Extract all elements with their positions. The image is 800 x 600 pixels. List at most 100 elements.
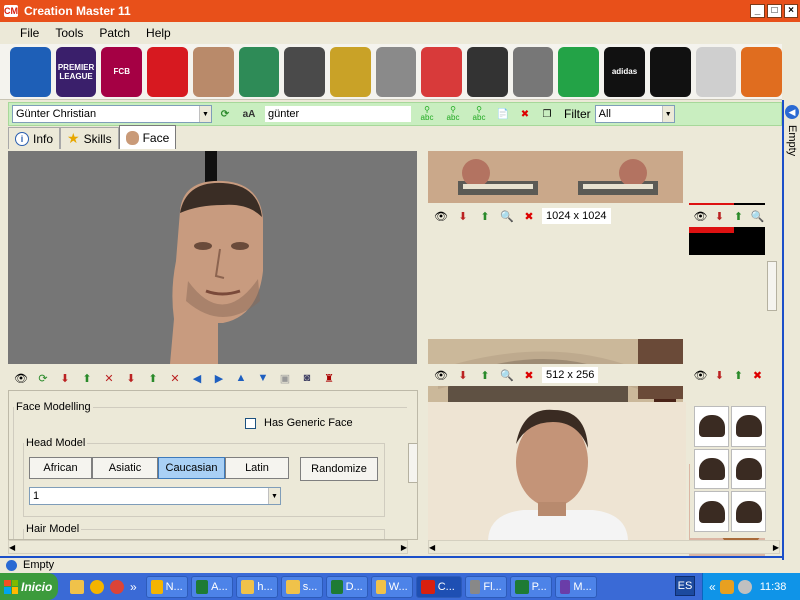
taskbar-task[interactable]: h... <box>235 575 278 598</box>
tray-chevron[interactable]: « <box>709 580 716 594</box>
menu-tools[interactable]: Tools <box>47 26 91 40</box>
import-head-icon[interactable]: ⬇ <box>56 370 74 386</box>
manager-icon[interactable] <box>284 46 325 97</box>
chevron-down-icon[interactable]: ▼ <box>199 106 211 122</box>
shirt-icon[interactable]: ♜ <box>320 370 338 386</box>
camera-icon[interactable]: ◙ <box>298 370 316 386</box>
menu-file[interactable]: File <box>12 26 47 40</box>
save-icon[interactable]: ▣ <box>276 370 294 386</box>
player-select[interactable]: Günter Christian ▼ <box>12 105 212 123</box>
delete-texture-icon[interactable]: ✖ <box>750 367 765 383</box>
delete-texture-icon[interactable]: ✖ <box>520 208 538 224</box>
tray-volume-icon[interactable] <box>737 579 752 594</box>
import-texture-icon[interactable]: ⬇ <box>454 367 472 383</box>
fcb-crest-icon[interactable]: FCB <box>101 46 143 97</box>
export-hair-icon[interactable]: ⬆ <box>144 370 162 386</box>
tray-shield-icon[interactable] <box>719 579 734 594</box>
stadium-icon[interactable] <box>238 46 280 97</box>
eye-icon[interactable]: 👁 <box>693 367 708 383</box>
hair-thumb-3[interactable] <box>694 448 729 490</box>
panel-scrollbar[interactable] <box>407 395 417 539</box>
close-button[interactable]: × <box>784 4 798 18</box>
taskbar-task[interactable]: M... <box>554 575 597 598</box>
delete-head-icon[interactable]: ✕ <box>100 370 118 386</box>
photo-hscroll[interactable]: ◀ ▶ <box>428 540 780 554</box>
delete-document-icon[interactable]: ✖ <box>516 105 534 123</box>
import-hair-icon[interactable]: ⬇ <box>122 370 140 386</box>
quicklaunch-explorer-icon[interactable] <box>70 579 84 594</box>
minimize-button[interactable]: _ <box>750 4 765 18</box>
search-input[interactable]: günter <box>264 105 412 123</box>
refresh-icon[interactable]: ⟳ <box>34 370 52 386</box>
refresh-icon[interactable]: ⟳ <box>216 105 234 123</box>
export-texture-icon[interactable]: ⬆ <box>731 208 746 224</box>
newspaper-icon[interactable] <box>695 46 737 97</box>
zoom-icon[interactable]: 🔍 <box>498 208 516 224</box>
texture-vscroll-thumb[interactable] <box>767 261 777 311</box>
premier-league-icon[interactable]: PREMIER LEAGUE <box>55 46 97 97</box>
maximize-button[interactable]: □ <box>767 4 782 18</box>
taskbar-task[interactable]: A... <box>190 575 233 598</box>
boot-icon[interactable] <box>512 46 554 97</box>
taskbar-task[interactable]: C... <box>415 575 462 598</box>
export-texture-icon[interactable]: ⬆ <box>731 367 746 383</box>
zoom-icon[interactable]: 🔍 <box>498 367 516 383</box>
player-icon[interactable] <box>192 46 234 97</box>
quicklaunch-chrome-icon[interactable] <box>90 579 104 594</box>
search-next-icon[interactable]: ⚲ abc <box>442 105 464 123</box>
taskbar-task[interactable]: s... <box>280 575 323 598</box>
trophy-icon[interactable] <box>329 46 371 97</box>
scroll-left-icon[interactable]: ◀ <box>429 543 435 552</box>
search-binoculars-icon[interactable]: ⚲ abc <box>416 105 438 123</box>
delete-texture-icon[interactable]: ✖ <box>520 367 538 383</box>
globe-icon[interactable] <box>10 46 51 97</box>
menu-help[interactable]: Help <box>138 26 179 40</box>
menu-patch[interactable]: Patch <box>91 26 138 40</box>
texture-preview-1[interactable] <box>428 151 683 203</box>
hair-thumb-1[interactable] <box>694 406 729 447</box>
taskbar-task[interactable]: P... <box>509 575 552 598</box>
export-texture-icon[interactable]: ⬆ <box>476 367 494 383</box>
randomize-button[interactable]: Randomize <box>300 457 378 481</box>
search-prev-icon[interactable]: ⚲ abc <box>468 105 490 123</box>
quicklaunch-chrome2-icon[interactable] <box>110 579 124 594</box>
head-option-caucasian[interactable]: Caucasian <box>158 457 225 479</box>
hair-thumb-5[interactable] <box>694 491 729 532</box>
scroll-left-icon[interactable]: ◀ <box>9 543 15 552</box>
cards-icon[interactable] <box>421 46 463 97</box>
rotate-left-icon[interactable]: ◀ <box>188 370 206 386</box>
eye-icon[interactable]: 👁 <box>12 370 30 386</box>
nike-icon[interactable] <box>649 46 691 97</box>
rotate-right-icon[interactable]: ▶ <box>210 370 228 386</box>
import-texture-icon[interactable]: ⬇ <box>712 367 727 383</box>
zoom-icon[interactable]: 🔍 <box>750 208 765 224</box>
tab-face[interactable]: Face <box>118 125 177 149</box>
export-texture-icon[interactable]: ⬆ <box>476 208 494 224</box>
chevron-down-icon[interactable]: ▼ <box>661 106 674 122</box>
hair-thumb-4[interactable] <box>731 448 766 490</box>
taskbar-task[interactable]: N... <box>145 575 188 598</box>
tab-skills[interactable]: ★ Skills <box>60 127 119 149</box>
taskbar-task[interactable]: Fl... <box>464 575 507 598</box>
quicklaunch-chevron[interactable]: » <box>130 580 137 594</box>
glove-icon[interactable] <box>741 46 782 97</box>
status-arrow-icon[interactable] <box>6 560 17 571</box>
language-indicator[interactable]: ES <box>675 576 695 596</box>
font-case-toggle[interactable]: aA <box>238 105 260 123</box>
eye-icon[interactable]: 👁 <box>432 367 450 383</box>
jersey-icon[interactable] <box>147 46 188 97</box>
start-button[interactable]: Inicio <box>0 573 58 600</box>
dock-arrow-icon[interactable]: ◀ <box>785 105 799 119</box>
face-3d-viewport[interactable] <box>8 151 417 364</box>
import-texture-icon[interactable]: ⬇ <box>712 208 727 224</box>
ball-icon[interactable] <box>467 46 508 97</box>
gamepad-icon[interactable] <box>375 46 417 97</box>
head-number-select[interactable]: 1 ▼ <box>29 487 281 505</box>
face-panel-hscroll[interactable]: ◀ ▶ <box>8 540 408 554</box>
tab-info[interactable]: i Info <box>8 127 61 149</box>
scroll-right-icon[interactable]: ▶ <box>401 543 407 552</box>
hair-thumb-2[interactable] <box>731 406 766 447</box>
taskbar-task[interactable]: D... <box>325 575 368 598</box>
head-option-african[interactable]: African <box>29 457 92 479</box>
adidas-icon[interactable]: adidas <box>604 46 645 97</box>
